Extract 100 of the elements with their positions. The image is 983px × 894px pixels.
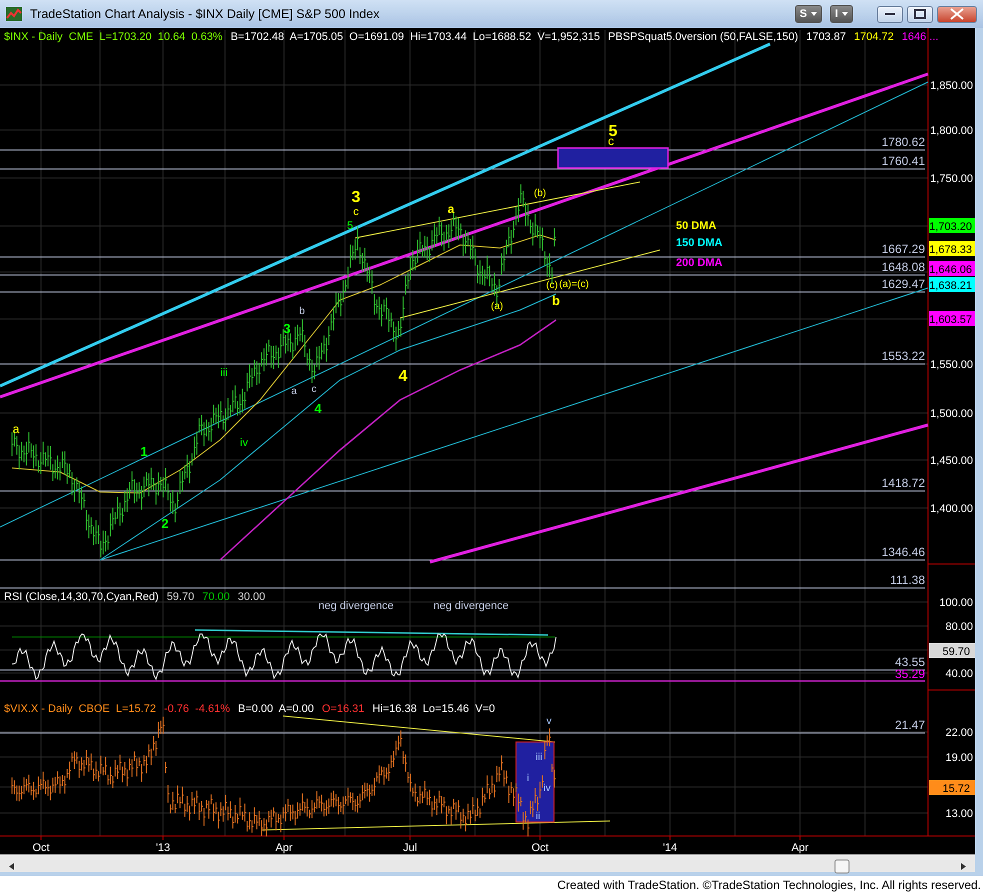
axis-label: 100.00	[939, 597, 973, 609]
wave-label: b	[552, 293, 560, 308]
wave-label: 4	[314, 401, 322, 416]
moving-average-label: 150 DMA	[676, 237, 722, 249]
legend-text: B=1702.48 A=1705.05 O=1691.09 Hi=1703.44 Lo=1688.52 V=1,952,315	[230, 31, 600, 43]
level-label: 1418.72	[882, 476, 925, 490]
axis-label: 80.00	[945, 621, 973, 633]
wave-label: i	[526, 773, 530, 784]
axis-label: 22.00	[945, 727, 973, 739]
scroll-left-icon[interactable]	[9, 863, 14, 870]
legend-text: O=16.31	[322, 703, 364, 715]
legend-text: 70.00	[202, 591, 230, 603]
chart-app-icon	[6, 7, 22, 21]
time-axis-label: Apr	[275, 842, 293, 854]
level-label: 1667.29	[882, 242, 925, 256]
wave-label: iv	[240, 437, 248, 449]
level-label: 1553.22	[882, 349, 925, 363]
legend-text: 59.70	[166, 591, 194, 603]
value-tag	[929, 643, 975, 658]
value-tag-text: 15.72	[942, 783, 970, 795]
moving-average-label: 50 DMA	[676, 220, 716, 232]
level-label: 43.55	[894, 655, 925, 669]
wave-label: (b)	[534, 188, 546, 199]
wave-label: (a)	[490, 301, 504, 312]
wave-label: (a)=(c)	[559, 279, 589, 290]
chart-note: neg divergence	[432, 600, 510, 613]
scroll-right-icon[interactable]	[961, 863, 966, 870]
legend-text: Hi=16.38 Lo=15.46 V=0	[372, 703, 495, 715]
level-label: 1780.62	[882, 135, 925, 149]
maximize-icon	[914, 9, 926, 19]
legend-text: 1646 ...	[902, 31, 938, 43]
level-label: 1648.08	[882, 260, 925, 274]
level-label: 21.47	[894, 718, 925, 732]
moving-average-label: 200 DMA	[676, 257, 722, 269]
legend-text: $VIX.X - Daily CBOE L=15.72	[4, 703, 156, 715]
wave-label: b	[299, 306, 305, 317]
time-axis-label: Jul	[402, 842, 418, 854]
axis-label: 13.00	[945, 808, 973, 820]
wave-label: 5	[346, 220, 354, 232]
price-tag-value: 1,638.21	[929, 280, 972, 292]
caret-icon	[842, 12, 848, 16]
axis-label: 1,800.00	[930, 125, 973, 137]
axis-label: 40.00	[945, 668, 973, 680]
level-label: 1760.41	[882, 154, 925, 168]
wave-label: iv	[543, 783, 551, 794]
minimize-button[interactable]	[877, 6, 903, 22]
price-tag-value: 1,678.33	[929, 244, 972, 256]
wave-label: v	[546, 716, 552, 727]
value-tag-text: 59.70	[942, 646, 970, 658]
wave-label: iii	[536, 752, 542, 763]
wave-label: 3	[352, 189, 360, 206]
wave-label: 3	[283, 321, 291, 336]
legend-text: RSI (Close,14,30,70,Cyan,Red)	[4, 591, 159, 603]
legend-text: $INX - Daily CME L=1703.20 10.64 0.63%	[4, 31, 223, 43]
close-button[interactable]	[937, 6, 977, 22]
maximize-button[interactable]	[907, 6, 933, 22]
dropdown-button[interactable]: S	[794, 5, 822, 23]
legend-text: -0.76 -4.61%	[164, 703, 230, 715]
scroll-thumb[interactable]	[834, 860, 850, 874]
price-tag-value: 1,703.20	[929, 221, 972, 233]
legend-text: 1704.72	[854, 31, 894, 43]
wave-label: (c)	[546, 280, 558, 291]
axis-label: 19.00	[945, 752, 973, 764]
wave-label: 2	[161, 516, 169, 531]
time-axis-label: '14	[662, 842, 678, 854]
footer-text: Created with TradeStation. ©TradeStation Technologies, Inc. All rights reserved.	[556, 877, 982, 894]
axis-label: 1,400.00	[930, 503, 973, 515]
wave-label: a	[448, 202, 454, 216]
minimize-icon	[885, 13, 895, 15]
wave-label: iii	[220, 367, 228, 379]
time-axis-label: '13	[156, 842, 170, 854]
axis-label: 1,450.00	[930, 455, 973, 467]
legend-text: B=0.00 A=0.00	[238, 703, 314, 715]
wave-label: 4	[398, 368, 408, 385]
close-icon	[950, 8, 964, 20]
wave-label: a	[291, 386, 297, 397]
wave-label: 1	[140, 444, 148, 459]
axis-label: 1,850.00	[930, 80, 973, 92]
legend-text: 1703.87	[806, 31, 846, 43]
caret-icon	[810, 12, 817, 16]
axis-label: 1,550.00	[930, 359, 973, 371]
value-tag	[929, 780, 975, 795]
window-title: TradeStation Chart Analysis - $INX Daily [CME] S&P 500 Index	[30, 6, 380, 23]
legend-text: PBSPSquat5.0version (50,FALSE,150)	[608, 31, 798, 43]
level-label: 1346.46	[882, 545, 925, 559]
dropdown-button[interactable]: I	[830, 5, 853, 23]
time-axis-label: Oct	[32, 842, 50, 854]
legend-text: 30.00	[238, 591, 266, 603]
price-tag-value: 1,603.57	[929, 314, 972, 326]
axis-label: 1,500.00	[930, 408, 973, 420]
time-axis-label: Apr	[791, 842, 809, 854]
time-axis-label: Oct	[531, 842, 549, 854]
level-label: 35.29	[894, 667, 925, 681]
level-label: 111.38	[890, 573, 925, 587]
wave-label: 5	[608, 123, 618, 140]
price-tag-value: 1,646.06	[929, 264, 972, 276]
wave-label: ii	[536, 811, 540, 822]
wave-label: a	[12, 422, 20, 436]
level-label: 1629.47	[882, 277, 925, 291]
axis-label: 1,750.00	[930, 173, 973, 185]
